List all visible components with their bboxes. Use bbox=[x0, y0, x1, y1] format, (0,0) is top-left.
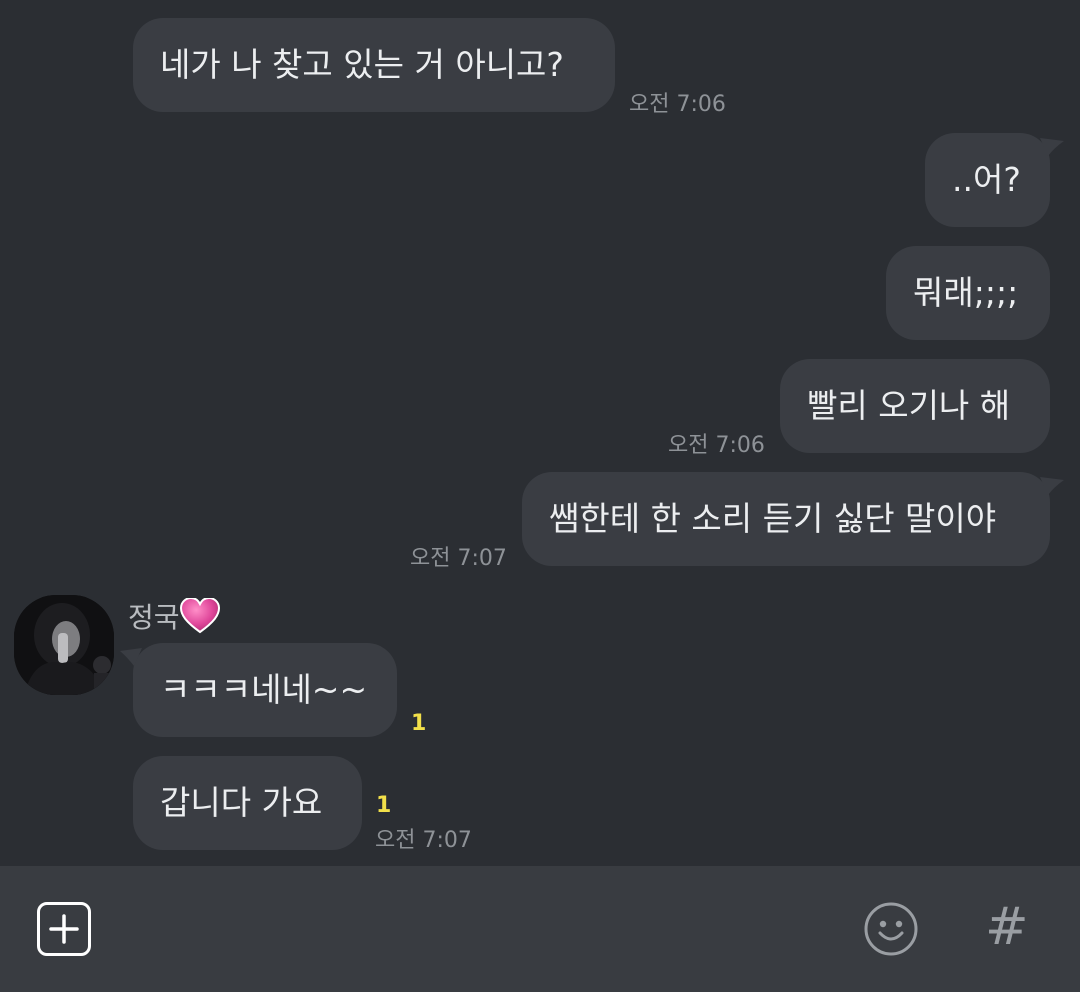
avatar[interactable] bbox=[14, 595, 114, 695]
bubble-tail bbox=[1040, 477, 1064, 495]
sent-message[interactable]: 빨리 오기나 해 bbox=[780, 359, 1050, 453]
bubble-tail bbox=[1040, 138, 1064, 156]
message-timestamp: 오전 7:07 bbox=[375, 828, 472, 853]
profile-photo bbox=[14, 595, 114, 695]
heart-icon bbox=[179, 598, 220, 634]
sent-message[interactable]: 쌤한테 한 소리 듣기 싫단 말이야 bbox=[522, 472, 1050, 566]
sender-name-text: 정국 bbox=[128, 601, 180, 634]
message-timestamp: 오전 7:06 bbox=[629, 92, 726, 117]
chat-area[interactable]: 네가 나 찾고 있는 거 아니고? 오전 7:06 ..어? 뭐래;;;; 빨리… bbox=[0, 0, 1080, 866]
sender-name: 정국 bbox=[128, 596, 220, 636]
emoticon-icon bbox=[864, 902, 918, 956]
hashtag-button[interactable]: # bbox=[985, 897, 1029, 957]
unread-count: 1 bbox=[376, 793, 392, 818]
received-message[interactable]: 네가 나 찾고 있는 거 아니고? bbox=[133, 18, 615, 112]
sent-message[interactable]: 뭐래;;;; bbox=[886, 246, 1050, 340]
unread-count: 1 bbox=[411, 711, 427, 736]
attach-button[interactable] bbox=[37, 902, 91, 956]
plus-icon bbox=[49, 914, 79, 944]
sent-message[interactable]: ..어? bbox=[925, 133, 1050, 227]
received-message[interactable]: ㅋㅋㅋ네네~~ bbox=[133, 643, 397, 737]
hashtag-icon: # bbox=[985, 897, 1029, 957]
received-message[interactable]: 갑니다 가요 bbox=[133, 756, 362, 850]
message-timestamp: 오전 7:06 bbox=[668, 433, 765, 458]
bubble-tail bbox=[120, 648, 142, 666]
message-timestamp: 오전 7:07 bbox=[410, 546, 507, 571]
emoticon-button[interactable] bbox=[863, 901, 919, 957]
